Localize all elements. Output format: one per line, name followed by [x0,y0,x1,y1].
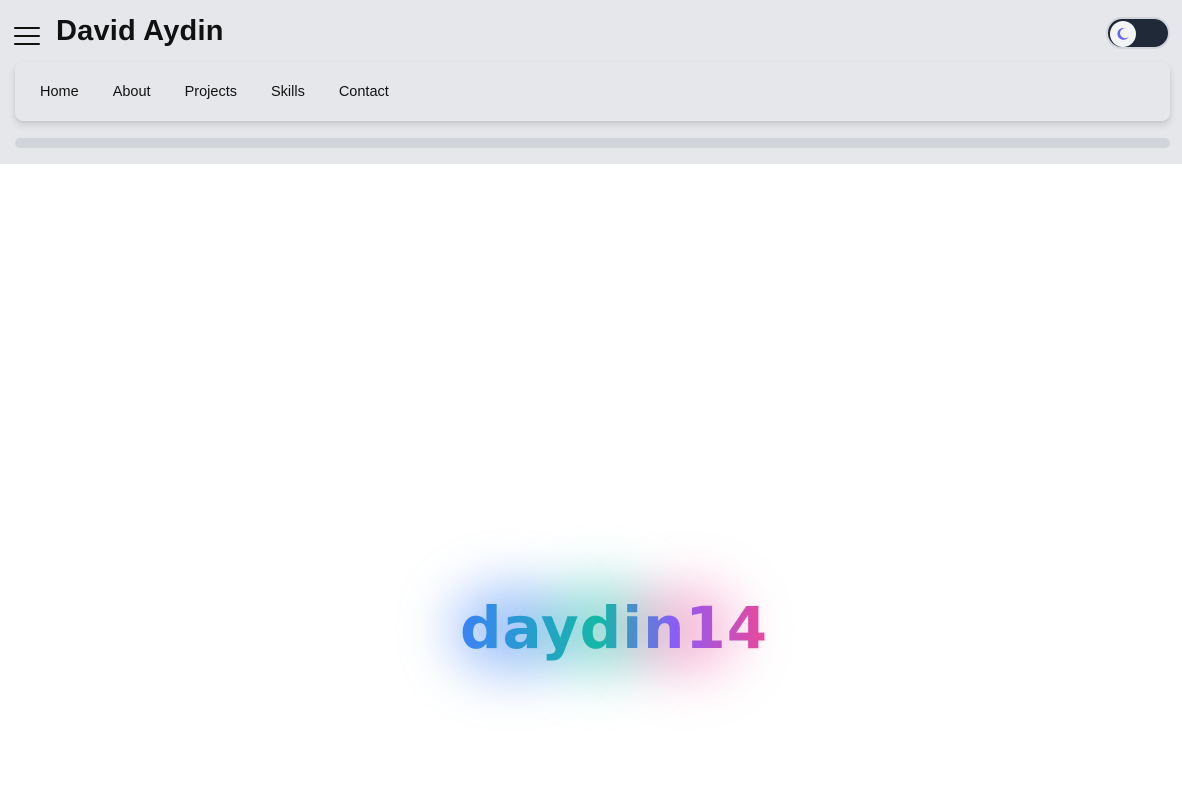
header: David Aydin Home About Projects Skills C… [0,0,1182,164]
menu-line [14,35,40,37]
nav-link-skills[interactable]: Skills [271,84,305,100]
theme-toggle[interactable] [1106,17,1170,49]
hero-logo-text: daydin14 [460,594,769,662]
menu-line [14,27,40,29]
scroll-progress-bar [15,138,1170,148]
menu-line [14,43,40,45]
hamburger-menu-icon[interactable] [14,27,40,45]
nav-link-contact[interactable]: Contact [339,84,389,100]
moon-icon [1117,27,1129,40]
main-nav: Home About Projects Skills Contact [15,62,1170,121]
theme-toggle-knob [1110,21,1136,47]
main-content [0,164,1182,802]
site-title: David Aydin [56,15,224,47]
nav-link-about[interactable]: About [113,84,151,100]
nav-link-home[interactable]: Home [40,84,79,100]
nav-link-projects[interactable]: Projects [185,84,237,100]
